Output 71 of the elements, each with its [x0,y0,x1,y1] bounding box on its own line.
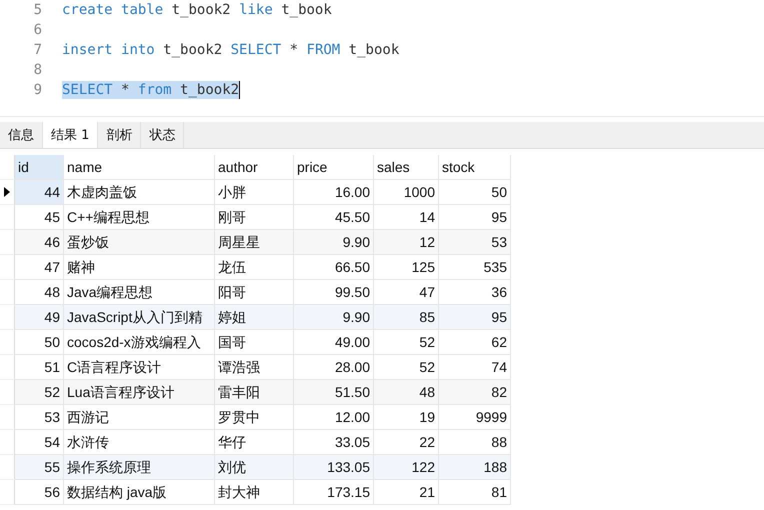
line-number: 5 [32,2,43,18]
table-cell: 国哥 [215,330,294,355]
table-cell: 85 [374,305,439,330]
line-number: 7 [32,42,43,58]
column-header[interactable]: stock [439,155,511,180]
column-header[interactable]: author [215,155,294,180]
text-cursor [239,81,240,99]
code-editor[interactable]: 5 create table t_book2 like t_book 6 7 insert into t_book2 SELECT * FROM t_book 8 9 SELECT * from t_book2 [0,0,764,117]
table-cell: 龙伍 [215,255,294,280]
table-cell: 173.15 [294,480,374,505]
table-cell: 50 [15,330,64,355]
table-cell: 535 [439,255,511,280]
table-cell: 50 [439,180,511,205]
line-number: 6 [32,22,43,38]
table-cell: 赌神 [64,255,215,280]
result-tab[interactable]: 结果 1 [43,122,98,148]
column-header[interactable]: id [15,155,64,180]
table-cell: 44 [15,180,64,205]
table-cell: 周星星 [215,230,294,255]
row-pointer-icon [4,187,10,197]
table-cell: 婷姐 [215,305,294,330]
table-cell: 125 [374,255,439,280]
table-cell: cocos2d-x游戏编程入 [64,330,215,355]
code-line: create table t_book2 like t_book [62,1,332,19]
table-cell: 133.05 [294,455,374,480]
table-cell: 9.90 [294,305,374,330]
table-cell: 雷丰阳 [215,380,294,405]
column-header[interactable]: name [64,155,215,180]
column-header[interactable]: sales [374,155,439,180]
table-cell: 9999 [439,405,511,430]
table-cell: Lua语言程序设计 [64,380,215,405]
table-cell: 66.50 [294,255,374,280]
table-cell: 53 [439,230,511,255]
table-cell: 数据结构 java版 [64,480,215,505]
table-cell: 56 [15,480,64,505]
table-cell: 48 [374,380,439,405]
table-cell: 19 [374,405,439,430]
table-cell: 188 [439,455,511,480]
table-cell: 95 [439,305,511,330]
table-cell: 1000 [374,180,439,205]
table-cell: 12 [374,230,439,255]
table-cell: 55 [15,455,64,480]
table-cell: JavaScript从入门到精 [64,305,215,330]
table-cell: 16.00 [294,180,374,205]
line-number: 8 [32,62,43,78]
table-cell: 51.50 [294,380,374,405]
code-line: insert into t_book2 SELECT * FROM t_book [62,41,400,59]
table-cell: 53 [15,405,64,430]
table-cell: 52 [374,330,439,355]
table-cell: 122 [374,455,439,480]
table-cell: 操作系统原理 [64,455,215,480]
table-cell: 封大神 [215,480,294,505]
line-number: 9 [32,82,43,98]
table-cell: 21 [374,480,439,505]
table-cell: 49.00 [294,330,374,355]
table-cell: 刘优 [215,455,294,480]
table-cell: 47 [15,255,64,280]
table-cell: 52 [15,380,64,405]
table-cell: 木虚肉盖饭 [64,180,215,205]
table-cell: 小胖 [215,180,294,205]
table-cell: 62 [439,330,511,355]
table-cell: 12.00 [294,405,374,430]
column-header[interactable]: price [294,155,374,180]
table-cell: 49 [15,305,64,330]
table-cell: 蛋炒饭 [64,230,215,255]
table-cell: 9.90 [294,230,374,255]
table-cell: 46 [15,230,64,255]
table-cell: 西游记 [64,405,215,430]
table-cell: 82 [439,380,511,405]
table-cell: 81 [439,480,511,505]
table-cell: 罗贯中 [215,405,294,430]
